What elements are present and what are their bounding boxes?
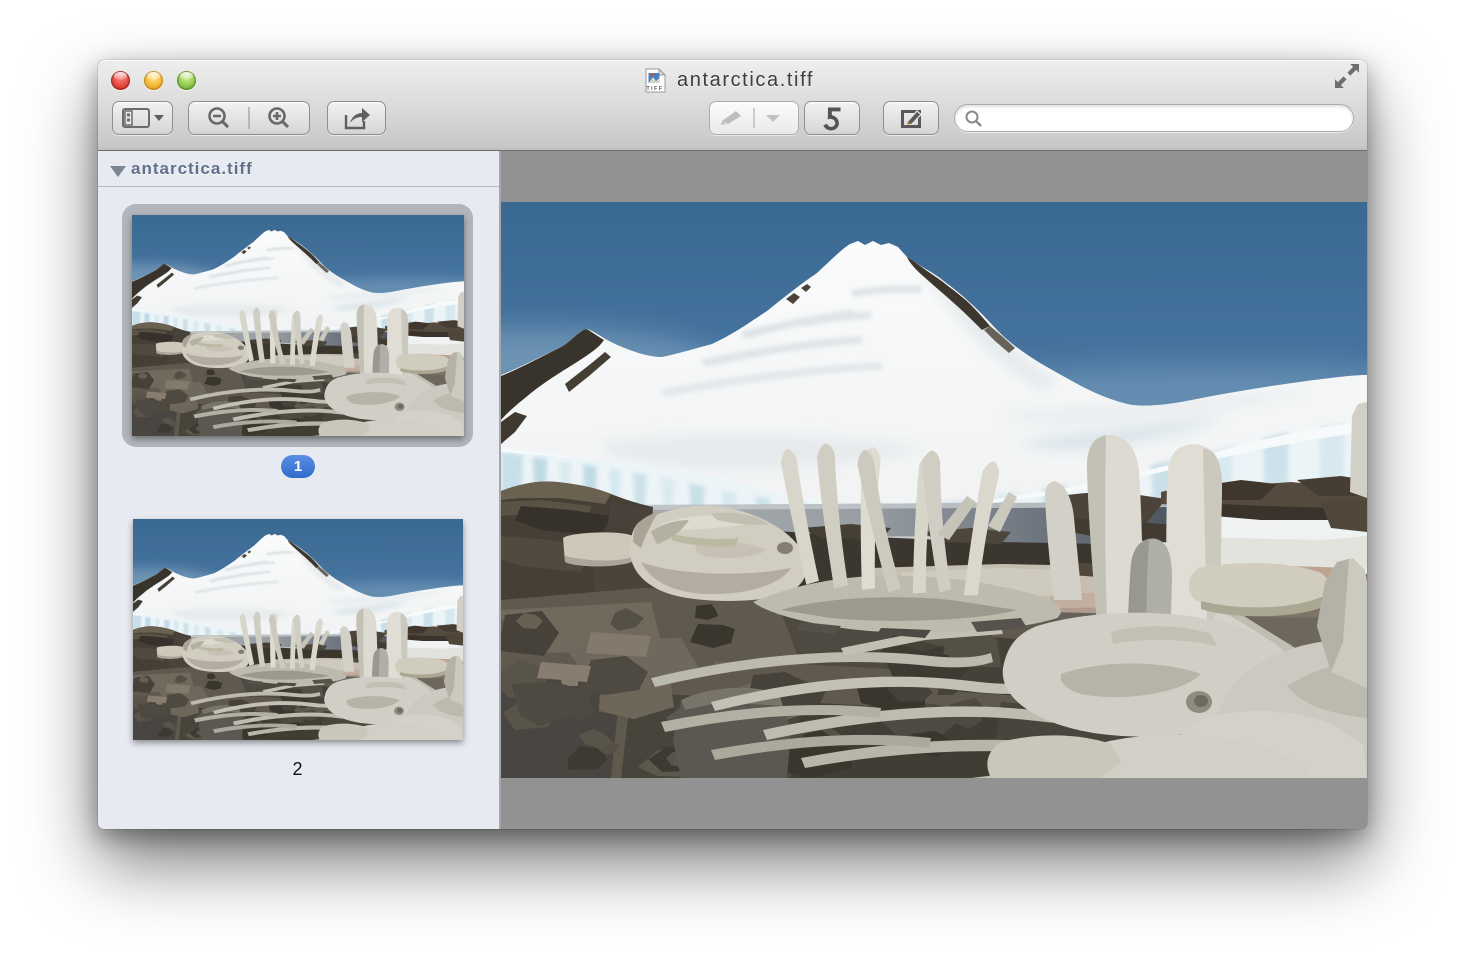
svg-text:TIFF: TIFF xyxy=(647,86,664,92)
